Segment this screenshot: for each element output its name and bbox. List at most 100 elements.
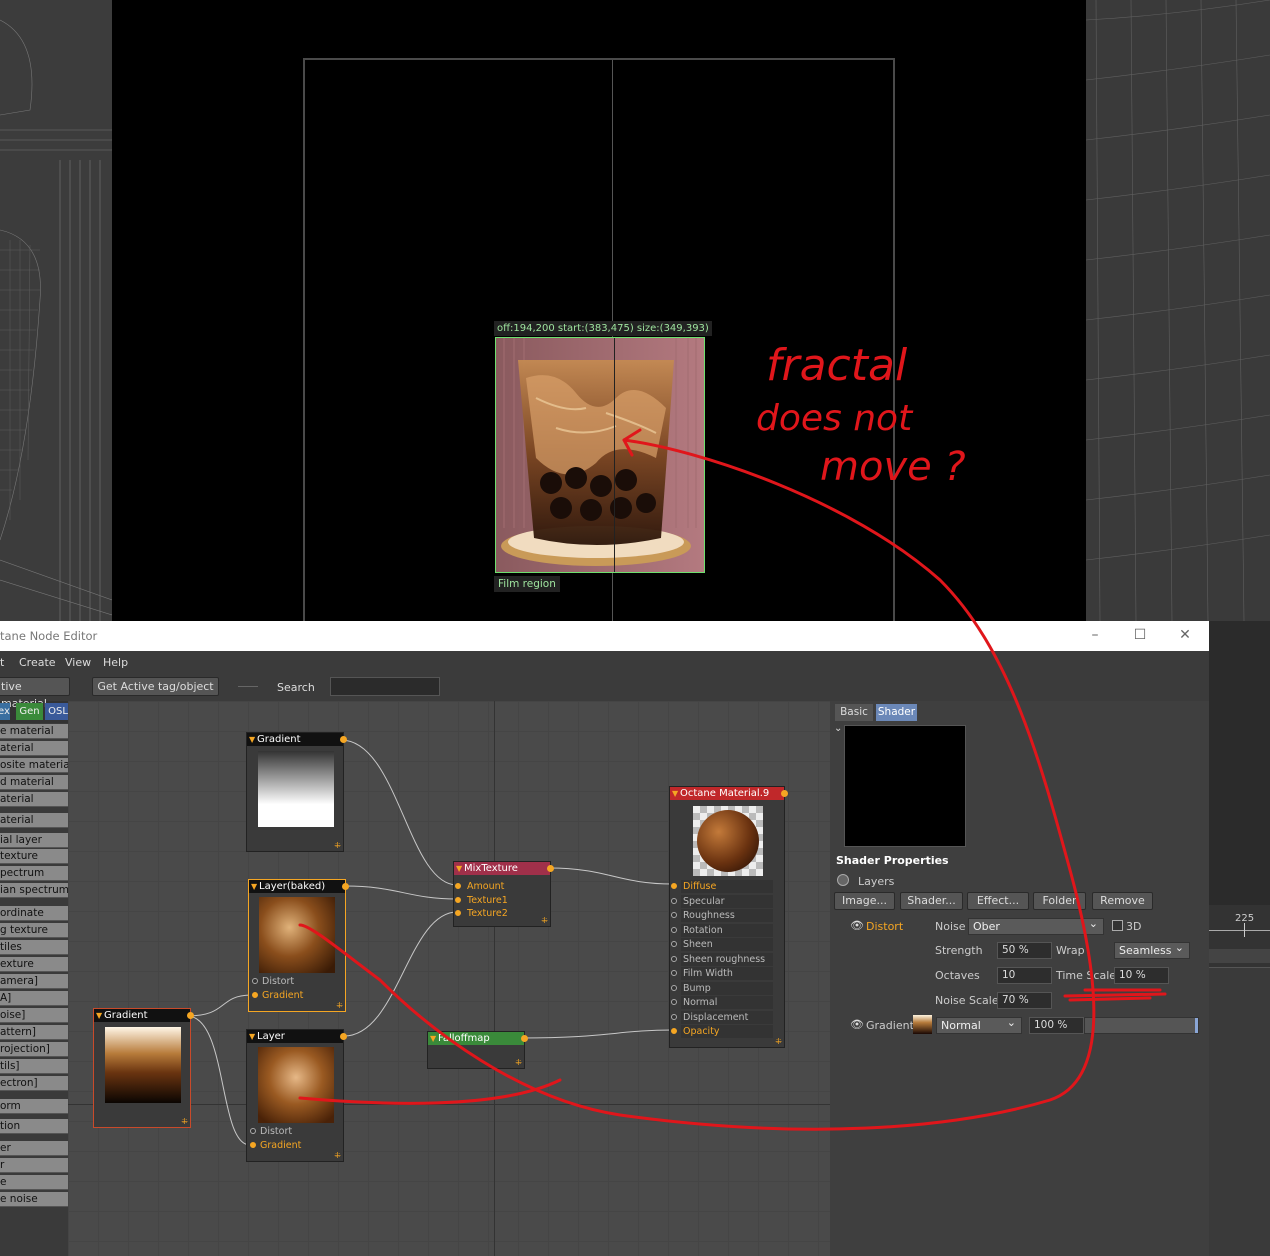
gradient-node-left[interactable]: Gradient ⁜ — [93, 1008, 194, 1128]
sidebar-item[interactable]: tils] — [0, 1059, 68, 1074]
gradient-node-top[interactable]: Gradient ⁜ — [246, 732, 347, 852]
sidebar-item[interactable]: e noise — [0, 1192, 68, 1207]
falloffmap-node[interactable]: Falloffmap ⁜ — [427, 1031, 528, 1069]
opacity-field[interactable]: 100 % — [1029, 1017, 1084, 1034]
octane-material-node[interactable]: Octane Material.9 Diffuse Specular Roughne… — [669, 786, 788, 1048]
folder-button[interactable]: Folder — [1033, 892, 1086, 910]
resize-icon[interactable]: ⁜ — [334, 841, 341, 850]
tab-basic[interactable]: Basic — [835, 704, 873, 721]
resize-icon[interactable]: ⁜ — [181, 1117, 188, 1126]
active-material-button[interactable]: tive material — [0, 677, 70, 710]
material-port[interactable] — [671, 897, 677, 904]
sidebar-item[interactable]: oise] — [0, 1008, 68, 1023]
timeline-track[interactable] — [1209, 949, 1270, 963]
sidebar-item[interactable]: aterial — [0, 792, 68, 807]
sidebar-item[interactable]: amera] — [0, 974, 68, 989]
sidebar-item[interactable]: er — [0, 1141, 68, 1156]
amount-port[interactable] — [455, 883, 461, 889]
close-icon[interactable]: ✕ — [1175, 625, 1195, 645]
wrap-select[interactable]: Seamless — [1114, 940, 1190, 959]
maximize-icon[interactable]: ☐ — [1130, 625, 1150, 645]
distort-port[interactable] — [252, 978, 258, 984]
blend-mode-select[interactable]: Normal — [936, 1015, 1022, 1034]
texture1-port[interactable] — [455, 897, 461, 903]
eye-icon[interactable]: 👁 — [850, 919, 864, 932]
timescale-field[interactable]: 10 % — [1114, 967, 1169, 984]
sidebar-item[interactable]: rojection] — [0, 1042, 68, 1057]
distort-label[interactable]: Distort — [866, 920, 903, 933]
noise-select[interactable]: Ober — [968, 916, 1104, 935]
remove-button[interactable]: Remove — [1092, 892, 1153, 910]
layer-node[interactable]: Layer Distort Gradient ⁜ — [246, 1029, 347, 1162]
sidebar-item[interactable]: e material — [0, 724, 68, 739]
minimize-icon[interactable]: – — [1085, 625, 1105, 645]
material-port[interactable] — [671, 999, 677, 1005]
get-active-button[interactable]: Get Active tag/object — [92, 677, 219, 696]
output-port[interactable] — [187, 1012, 194, 1019]
material-port[interactable] — [671, 955, 677, 962]
output-port[interactable] — [340, 736, 347, 743]
resize-icon[interactable]: ⁜ — [541, 916, 548, 925]
gradient-port[interactable] — [250, 1142, 256, 1148]
resize-icon[interactable]: ⁜ — [334, 1151, 341, 1160]
title-bar[interactable]: tane Node Editor – ☐ ✕ — [0, 621, 1209, 651]
sidebar-item[interactable]: orm — [0, 1099, 68, 1114]
node-canvas[interactable]: Gradient ⁜ Layer(baked) Distort Gradient… — [68, 701, 830, 1256]
slider-handle[interactable] — [1195, 1018, 1198, 1033]
image-button[interactable]: Image... — [834, 892, 895, 910]
output-port[interactable] — [781, 790, 788, 797]
collapse-chevron-icon[interactable]: ⌄ — [834, 723, 842, 734]
material-port[interactable] — [671, 1028, 677, 1034]
tab-shader[interactable]: Shader — [876, 704, 917, 721]
opacity-slider[interactable] — [1084, 1017, 1199, 1034]
material-port[interactable] — [671, 926, 677, 933]
texture2-port[interactable] — [455, 910, 461, 916]
material-port[interactable] — [671, 984, 677, 991]
shader-button[interactable]: Shader... — [900, 892, 963, 910]
layer-baked-node[interactable]: Layer(baked) Distort Gradient ⁜ — [248, 879, 349, 1012]
menu-view[interactable]: View — [65, 656, 91, 669]
output-port[interactable] — [340, 1033, 347, 1040]
sidebar-item[interactable]: tiles — [0, 940, 68, 955]
search-input[interactable] — [330, 677, 440, 696]
sidebar-item[interactable]: A] — [0, 991, 68, 1006]
sidebar-item[interactable]: ordinate — [0, 906, 68, 921]
sidebar-item[interactable]: texture — [0, 849, 68, 864]
material-port[interactable] — [671, 912, 677, 918]
sidebar-item[interactable]: ian spectrum — [0, 883, 68, 898]
gradient-swatch[interactable] — [913, 1015, 932, 1034]
output-port[interactable] — [547, 865, 554, 872]
layers-radio[interactable] — [837, 874, 849, 886]
sidebar-item[interactable]: attern] — [0, 1025, 68, 1040]
gradient-port[interactable] — [252, 992, 258, 998]
sidebar-item[interactable]: r — [0, 1158, 68, 1173]
material-port[interactable] — [671, 1013, 677, 1020]
category-tab-1[interactable]: Gen — [16, 703, 43, 720]
menu-help[interactable]: Help — [103, 656, 128, 669]
sidebar-item[interactable]: exture — [0, 957, 68, 972]
octaves-field[interactable]: 10 — [997, 967, 1052, 984]
sidebar-item[interactable]: g texture — [0, 923, 68, 938]
material-port[interactable] — [671, 970, 677, 976]
resize-icon[interactable]: ⁜ — [336, 1001, 343, 1010]
resize-icon[interactable]: ⁜ — [515, 1058, 522, 1067]
material-port[interactable] — [671, 941, 677, 947]
sidebar-item[interactable]: d material — [0, 775, 68, 790]
sidebar-item[interactable]: e — [0, 1175, 68, 1190]
sidebar-item[interactable]: pectrum — [0, 866, 68, 881]
output-port[interactable] — [342, 883, 349, 890]
left-viewport[interactable] — [0, 0, 112, 621]
3d-checkbox[interactable] — [1112, 920, 1123, 931]
sidebar-item[interactable]: osite material — [0, 758, 68, 773]
right-viewport[interactable] — [1086, 0, 1270, 621]
sidebar-item[interactable]: ial layer — [0, 833, 68, 848]
sidebar-item[interactable]: aterial — [0, 741, 68, 756]
category-tab-0[interactable]: ex — [0, 703, 10, 720]
sidebar-item[interactable]: ectron] — [0, 1076, 68, 1091]
menu-create[interactable]: Create — [19, 656, 56, 669]
eye-icon[interactable]: 👁 — [850, 1018, 864, 1031]
output-port[interactable] — [521, 1035, 528, 1042]
effect-button[interactable]: Effect... — [967, 892, 1029, 910]
resize-icon[interactable]: ⁜ — [775, 1037, 782, 1046]
menu-edit[interactable]: t — [0, 656, 4, 669]
